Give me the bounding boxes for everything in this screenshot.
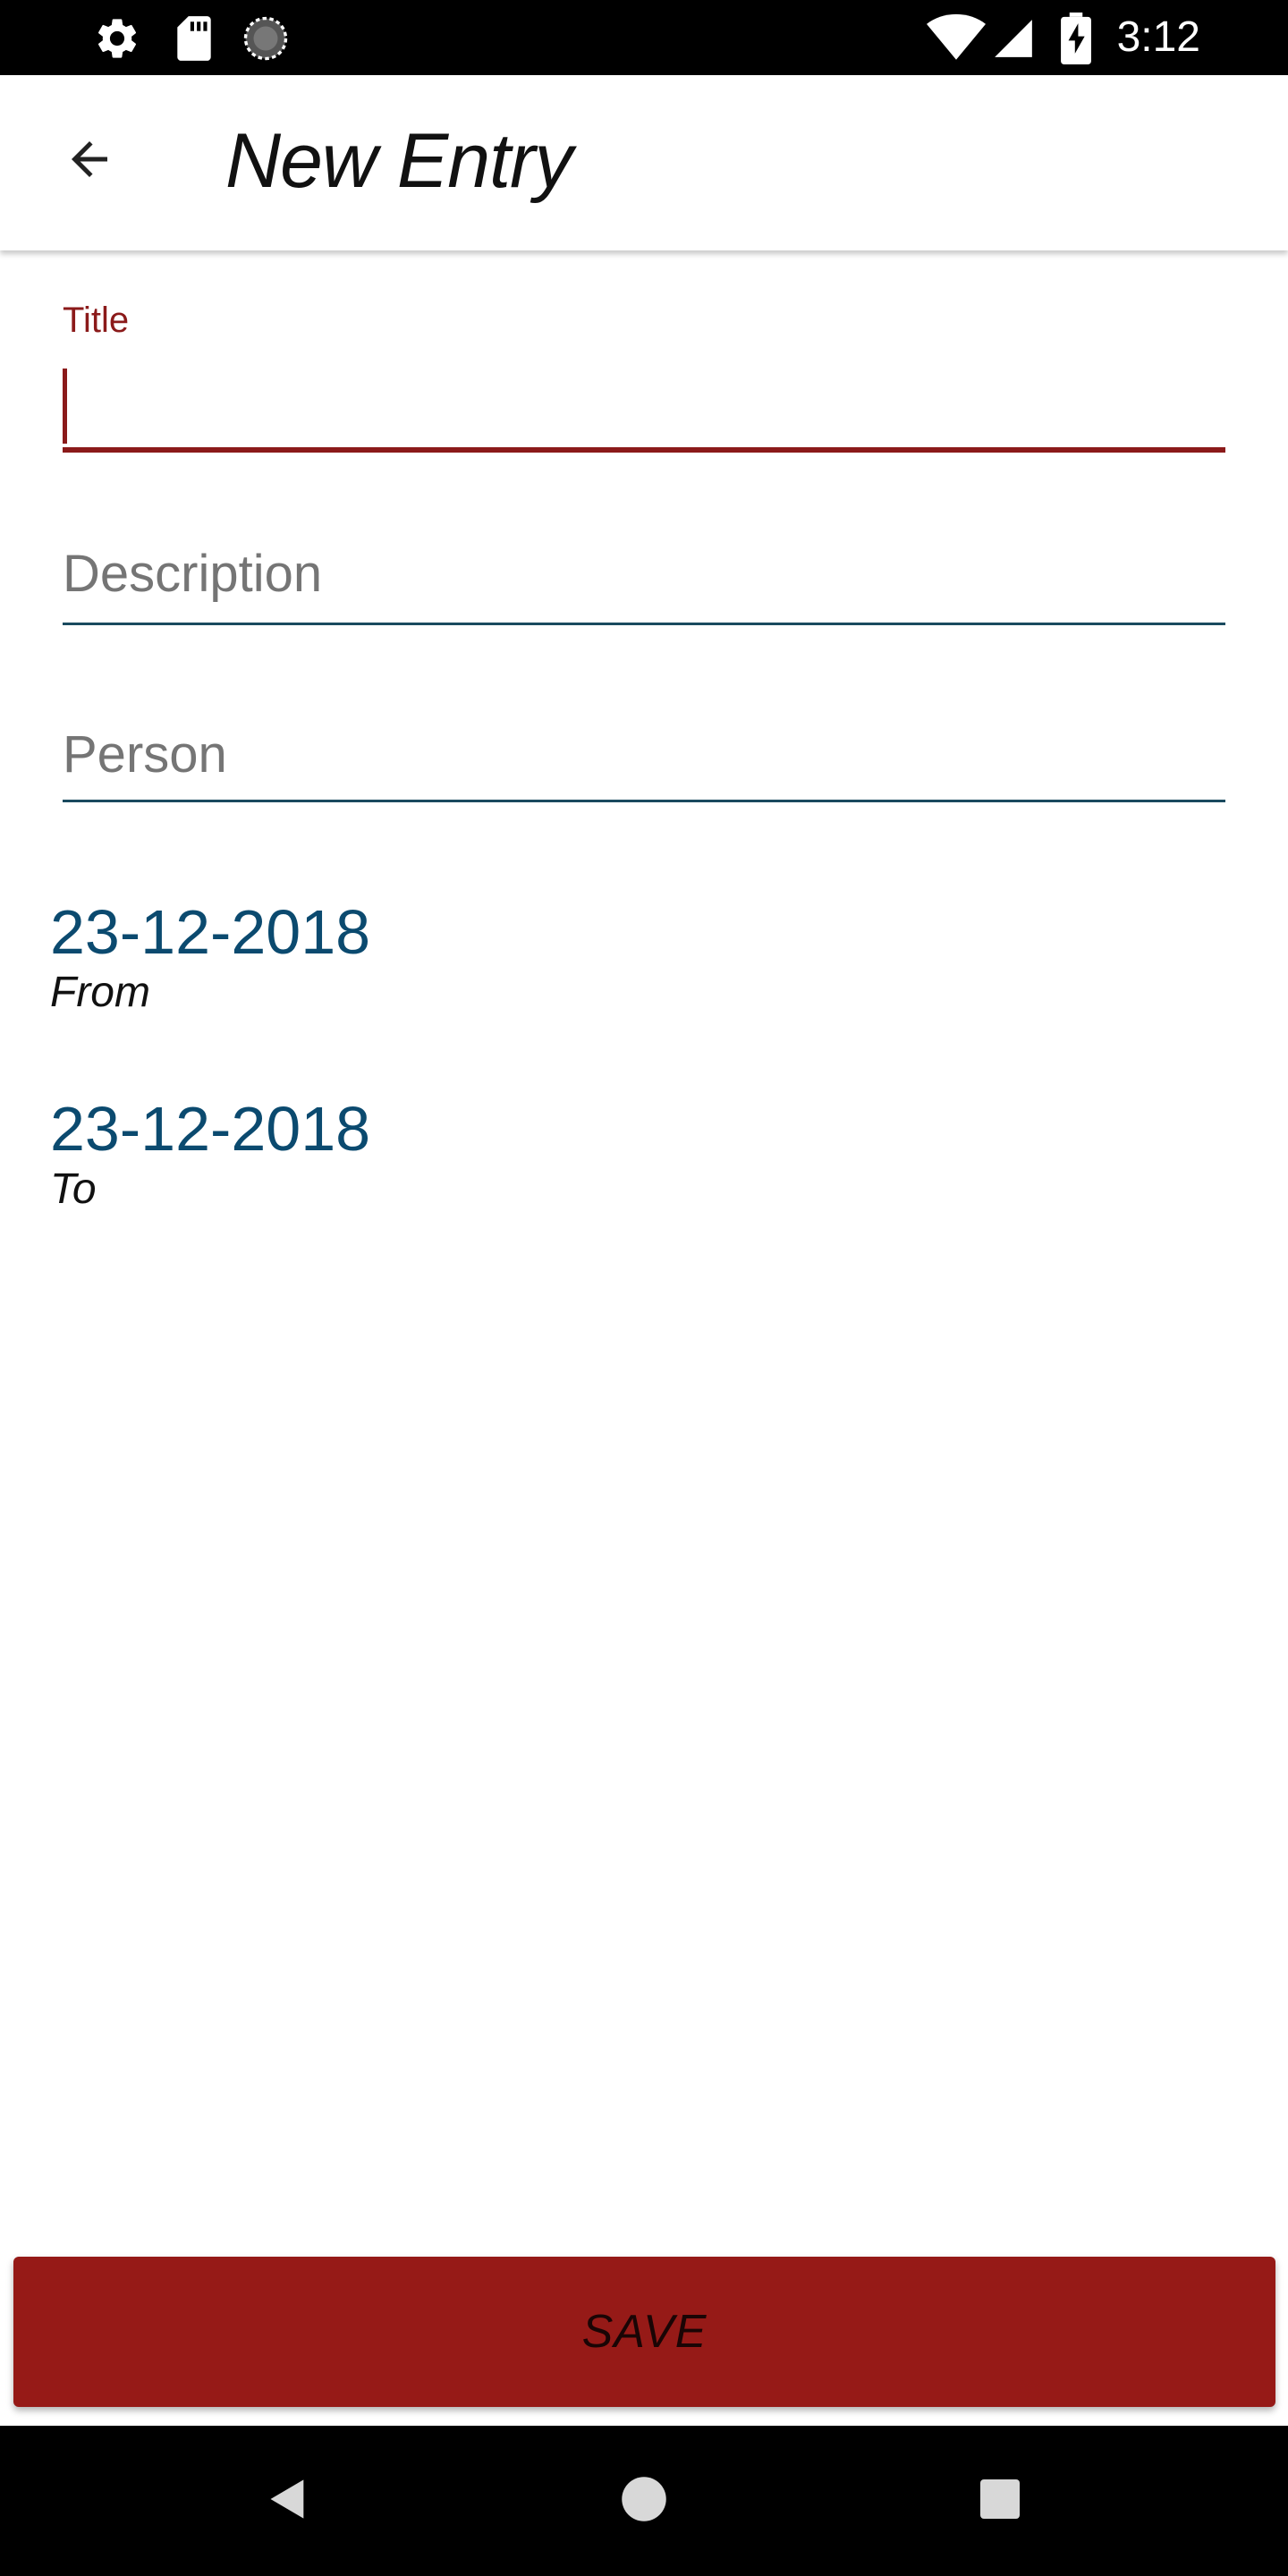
title-underline	[63, 447, 1225, 453]
battery-charging-icon	[1061, 13, 1091, 69]
to-date-value[interactable]: 23-12-2018	[50, 1093, 370, 1165]
recents-square-icon	[979, 2478, 1021, 2525]
nav-recents-button[interactable]	[964, 2465, 1036, 2537]
home-circle-icon	[620, 2475, 668, 2528]
to-date-picker[interactable]: 23-12-2018 To	[50, 1093, 370, 1215]
description-field[interactable]	[63, 533, 1225, 631]
person-underline	[63, 800, 1225, 802]
title-input[interactable]	[63, 363, 1225, 444]
to-date-caption: To	[50, 1165, 97, 1213]
from-date-caption: From	[50, 969, 150, 1016]
back-triangle-icon	[265, 2476, 311, 2527]
page-title: New Entry	[225, 118, 573, 204]
back-button[interactable]	[47, 118, 132, 204]
wifi-icon	[927, 13, 986, 67]
nav-home-button[interactable]	[608, 2465, 680, 2537]
status-time: 3:12	[1116, 13, 1200, 61]
title-field[interactable]: Title	[63, 299, 1225, 456]
nav-back-button[interactable]	[252, 2465, 324, 2537]
signal-icon	[991, 16, 1036, 65]
person-input[interactable]	[63, 714, 1225, 794]
from-date-picker[interactable]: 23-12-2018 From	[50, 896, 370, 1018]
from-date-value[interactable]: 23-12-2018	[50, 896, 370, 968]
title-field-label: Title	[63, 301, 130, 340]
description-input[interactable]	[63, 533, 1225, 614]
save-button-label: SAVE	[581, 2306, 708, 2358]
sd-card-icon	[172, 14, 216, 67]
save-button[interactable]: SAVE	[13, 2257, 1275, 2407]
loading-icon	[242, 14, 290, 67]
navigation-bar	[0, 2426, 1288, 2576]
arrow-back-icon	[63, 132, 116, 191]
status-bar: 3:12	[0, 0, 1288, 75]
person-field[interactable]	[63, 714, 1225, 812]
app-bar: New Entry	[0, 75, 1288, 250]
description-underline	[63, 623, 1225, 625]
settings-icon	[93, 14, 141, 67]
